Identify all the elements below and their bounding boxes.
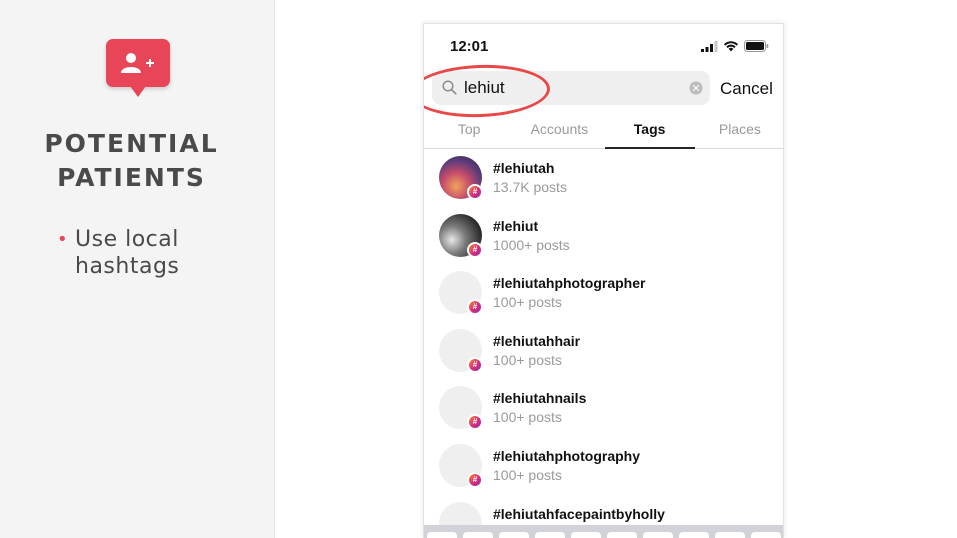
wifi-icon <box>724 41 738 52</box>
search-field[interactable] <box>432 71 710 105</box>
keyboard-key[interactable] <box>607 532 637 538</box>
tag-name: #lehiutahphotographer <box>493 275 646 292</box>
status-icons <box>701 40 769 52</box>
signal-icon <box>701 40 718 52</box>
tag-name: #lehiutahhair <box>493 332 581 349</box>
tag-name: #lehiutahfacepaintbyholly <box>493 505 665 522</box>
tag-results-list: # #lehiutah 13.7K posts # #lehiut 1000+ … <box>424 150 783 538</box>
slide-panel: POTENTIAL PATIENTS • Use local hashtags <box>0 0 275 538</box>
search-icon <box>442 80 457 95</box>
keyboard-key[interactable] <box>463 532 493 538</box>
bullet-item: • Use local hashtags <box>57 226 259 280</box>
tab-top[interactable]: Top <box>424 114 514 148</box>
list-item[interactable]: # #lehiut 1000+ posts <box>424 208 783 266</box>
keyboard-key[interactable] <box>715 532 745 538</box>
keyboard-key[interactable] <box>427 532 457 538</box>
tag-post-count: 100+ posts <box>493 409 562 426</box>
list-item[interactable]: # #lehiutahnails 100+ posts <box>424 380 783 438</box>
hashtag-icon: # <box>467 471 483 488</box>
list-item[interactable]: # #lehiutahhair 100+ posts <box>424 323 783 381</box>
bullet-line1: Use local <box>75 227 179 252</box>
clear-search-icon[interactable] <box>689 81 703 95</box>
keyboard-key[interactable] <box>499 532 529 538</box>
keyboard <box>424 525 783 538</box>
search-tabs: Top Accounts Tags Places <box>424 114 783 149</box>
tag-post-count: 13.7K posts <box>493 179 567 195</box>
tab-tags[interactable]: Tags <box>604 114 696 149</box>
bullet-dot-icon: • <box>57 229 69 250</box>
bullet-line2: hashtags <box>75 254 180 279</box>
search-input[interactable] <box>464 75 684 101</box>
keyboard-key[interactable] <box>643 532 673 538</box>
hashtag-icon: # <box>467 356 483 373</box>
phone-screen: 12:01 Cancel Top <box>423 23 784 538</box>
slide-title-line1: POTENTIAL <box>44 129 219 158</box>
status-time: 12:01 <box>450 38 489 55</box>
hashtag-icon: # <box>467 414 483 431</box>
hashtag-icon: # <box>467 241 483 258</box>
tag-post-count: 100+ posts <box>493 294 562 311</box>
keyboard-key[interactable] <box>751 532 781 538</box>
tab-places[interactable]: Places <box>695 114 783 148</box>
battery-icon <box>744 40 769 52</box>
hashtag-icon: # <box>467 184 483 200</box>
tab-accounts[interactable]: Accounts <box>514 114 604 148</box>
slide-title-line2: PATIENTS <box>57 163 206 192</box>
tag-name: #lehiutah <box>493 160 555 176</box>
hashtag-icon: # <box>467 299 483 316</box>
add-user-icon <box>121 53 154 73</box>
tag-name: #lehiut <box>493 217 539 234</box>
keyboard-key[interactable] <box>535 532 565 538</box>
tag-post-count: 100+ posts <box>493 351 562 368</box>
tag-name: #lehiutahnails <box>493 390 587 407</box>
tag-post-count: 100+ posts <box>493 466 562 483</box>
keyboard-key[interactable] <box>571 532 601 538</box>
notification-badge <box>106 39 170 97</box>
slide-title: POTENTIAL PATIENTS <box>0 127 263 195</box>
tag-post-count: 1000+ posts <box>493 236 570 253</box>
list-item[interactable]: # #lehiutahphotographer 100+ posts <box>424 265 783 323</box>
list-item[interactable]: # #lehiutahphotography 100+ posts <box>424 438 783 496</box>
cancel-button[interactable]: Cancel <box>720 79 773 99</box>
keyboard-key[interactable] <box>679 532 709 538</box>
tag-name: #lehiutahphotography <box>493 447 640 464</box>
list-item[interactable]: # #lehiutah 13.7K posts <box>424 150 783 208</box>
